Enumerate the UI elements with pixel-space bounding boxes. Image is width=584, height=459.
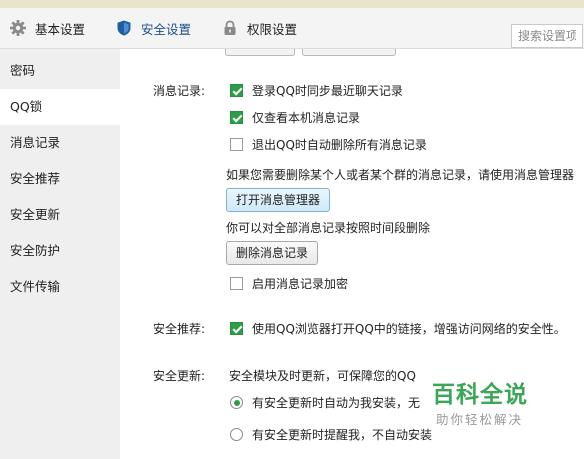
- sync-recent-chat-option[interactable]: 登录QQ时同步最近聊天记录: [230, 82, 403, 99]
- sidebar-item-file-transfer[interactable]: 文件传输: [0, 269, 120, 305]
- settings-sidebar: 密码 QQ锁 消息记录 安全推荐 安全更新 安全防护 文件传输: [0, 49, 120, 459]
- shield-icon: [115, 19, 133, 37]
- tab-permission-settings-label: 权限设置: [247, 21, 298, 37]
- sync-recent-chat-checkbox[interactable]: [230, 84, 243, 97]
- qq-browser-links-checkbox[interactable]: [230, 322, 243, 335]
- auto-install-updates-label: 有安全更新时自动为我安装，无: [252, 396, 421, 410]
- delete-on-exit-checkbox[interactable]: [230, 138, 243, 151]
- auto-install-updates-radio[interactable]: [230, 396, 243, 409]
- security-update-description: 安全模块及时更新，可保障您的QQ: [229, 369, 416, 383]
- tab-permission-settings[interactable]: 权限设置: [221, 8, 297, 48]
- security-recommend-label: 安全推荐:: [153, 322, 206, 336]
- watermark-logo: 百科全说 助你轻松解决: [424, 373, 544, 431]
- watermark-subtitle: 助你轻松解决: [436, 412, 524, 427]
- delete-on-exit-option[interactable]: 退出QQ时自动删除所有消息记录: [230, 136, 427, 153]
- lock-icon: [221, 19, 239, 37]
- security-update-label: 安全更新:: [153, 369, 206, 383]
- cut-off-button[interactable]: [225, 49, 295, 56]
- encrypt-records-checkbox[interactable]: [230, 277, 243, 290]
- message-manager-hint: 如果您需要删除某个人或者某个群的消息记录，请使用消息管理器: [226, 168, 575, 182]
- message-records-label: 消息记录:: [153, 84, 206, 98]
- gear-icon: [9, 19, 27, 37]
- tab-basic-settings-label: 基本设置: [35, 21, 86, 37]
- open-message-manager-button[interactable]: 打开消息管理器: [226, 188, 331, 212]
- delete-on-exit-label: 退出QQ时自动删除所有消息记录: [252, 138, 427, 152]
- remind-updates-option[interactable]: 有安全更新时提醒我，不自动安装: [230, 426, 432, 443]
- auto-install-updates-option[interactable]: 有安全更新时自动为我安装，无: [230, 394, 420, 411]
- local-records-only-option[interactable]: 仅查看本机消息记录: [230, 109, 360, 126]
- sidebar-item-security-recommend[interactable]: 安全推荐: [0, 161, 120, 197]
- local-records-only-checkbox[interactable]: [230, 111, 243, 124]
- sync-recent-chat-label: 登录QQ时同步最近聊天记录: [252, 84, 403, 98]
- tab-security-settings-label: 安全设置: [141, 21, 192, 37]
- remind-updates-label: 有安全更新时提醒我，不自动安装: [252, 428, 433, 442]
- window-top-strip: [0, 0, 584, 8]
- encrypt-records-option[interactable]: 启用消息记录加密: [230, 275, 348, 292]
- delete-message-records-button[interactable]: 删除消息记录: [226, 241, 319, 265]
- tab-basic-settings[interactable]: 基本设置: [9, 8, 85, 48]
- cut-off-button[interactable]: [302, 49, 396, 56]
- tab-security-settings[interactable]: 安全设置: [115, 8, 191, 48]
- qq-browser-links-option[interactable]: 使用QQ浏览器打开QQ中的链接，增强访问网络的安全性。: [230, 320, 566, 337]
- sidebar-item-qq-lock[interactable]: QQ锁: [0, 89, 120, 125]
- sidebar-item-password[interactable]: 密码: [0, 53, 120, 89]
- sidebar-item-security-protection[interactable]: 安全防护: [0, 233, 120, 269]
- sidebar-item-security-update[interactable]: 安全更新: [0, 197, 120, 233]
- delete-records-hint: 你可以对全部消息记录按照时间段删除: [226, 221, 431, 235]
- sidebar-item-message-records[interactable]: 消息记录: [0, 125, 120, 161]
- watermark-title: 百科全说: [432, 382, 528, 408]
- encrypt-records-label: 启用消息记录加密: [252, 277, 349, 291]
- settings-tab-bar: 基本设置 安全设置 权限设置: [0, 8, 584, 49]
- local-records-only-label: 仅查看本机消息记录: [252, 111, 361, 125]
- settings-search-input[interactable]: [511, 24, 583, 48]
- qq-browser-links-label: 使用QQ浏览器打开QQ中的链接，增强访问网络的安全性。: [252, 322, 566, 336]
- remind-updates-radio[interactable]: [230, 428, 243, 441]
